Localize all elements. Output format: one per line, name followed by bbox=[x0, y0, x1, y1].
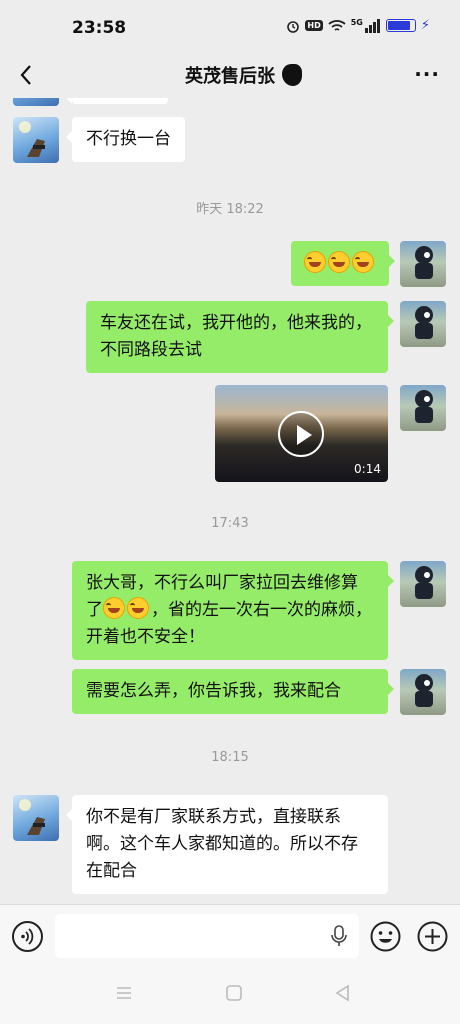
emoji-icon[interactable] bbox=[370, 921, 401, 952]
alarm-icon bbox=[287, 20, 300, 33]
message-bubble[interactable]: 车友还在试，我开他的，他来我的，不同路段去试 bbox=[86, 301, 394, 373]
video-duration: 0:14 bbox=[354, 462, 381, 476]
voice-icon bbox=[21, 928, 34, 945]
video-message[interactable]: 0:14 bbox=[215, 385, 388, 482]
status-time: 23:58 bbox=[72, 18, 127, 38]
message-text: 不行换一台 bbox=[86, 129, 171, 149]
my-avatar[interactable] bbox=[400, 669, 446, 715]
laughing-crying-emoji-icon bbox=[304, 251, 326, 273]
my-avatar[interactable] bbox=[400, 385, 446, 431]
timestamp: 18:15 bbox=[211, 750, 249, 765]
message-input[interactable] bbox=[55, 914, 359, 958]
input-bar bbox=[0, 904, 460, 966]
signal-icon bbox=[364, 18, 380, 33]
hand-icon bbox=[19, 121, 45, 157]
hand-icon bbox=[19, 799, 45, 835]
status-icons: HD 5G ⚡ bbox=[286, 18, 430, 33]
wifi-icon bbox=[328, 19, 346, 31]
contact-avatar[interactable] bbox=[13, 795, 59, 841]
home-icon[interactable] bbox=[225, 984, 243, 1002]
message-bubble[interactable]: 你不是有厂家联系方式，直接联系啊。这个车人家都知道的。所以不存在配合 bbox=[66, 795, 388, 894]
timestamp: 昨天 18:22 bbox=[196, 202, 264, 217]
hd-badge: HD bbox=[305, 20, 323, 31]
chat-title: 英茂售后张 bbox=[185, 66, 275, 87]
mic-icon[interactable] bbox=[329, 925, 349, 947]
message-text: 车友还在试，我开他的，他来我的，不同路段去试 bbox=[100, 313, 372, 360]
more-icon: ··· bbox=[414, 62, 440, 86]
message-bubble[interactable] bbox=[291, 241, 395, 286]
laughing-crying-emoji-icon bbox=[328, 251, 350, 273]
plus-icon[interactable] bbox=[417, 921, 448, 952]
message-text: 需要怎么弄，你告诉我，我来配合 bbox=[86, 681, 341, 701]
contact-avatar[interactable] bbox=[13, 98, 59, 106]
my-avatar[interactable] bbox=[400, 301, 446, 347]
back-triangle-icon[interactable] bbox=[334, 984, 352, 1002]
redaction-mark bbox=[282, 64, 302, 86]
network-type: 5G bbox=[350, 18, 363, 27]
battery-icon bbox=[385, 19, 416, 32]
play-icon[interactable] bbox=[278, 411, 324, 457]
status-bar: 23:58 HD 5G ⚡ bbox=[0, 0, 460, 52]
message-bubble-partial[interactable] bbox=[66, 98, 168, 104]
timestamp: 17:43 bbox=[211, 516, 249, 531]
my-avatar[interactable] bbox=[400, 241, 446, 287]
voice-button[interactable] bbox=[12, 921, 43, 952]
laughing-crying-emoji-icon bbox=[352, 251, 374, 273]
laughing-crying-emoji-icon bbox=[103, 597, 125, 619]
charging-icon: ⚡ bbox=[420, 18, 430, 33]
more-button[interactable]: ··· bbox=[414, 62, 440, 86]
laughing-crying-emoji-icon bbox=[127, 597, 149, 619]
system-navigation-bar bbox=[0, 966, 460, 1024]
chat-header: 英茂售后张 ··· bbox=[0, 52, 460, 98]
message-bubble[interactable]: 张大哥，不行么叫厂家拉回去维修算了 ，省的左一次右一次的麻烦，开着也不安全！ bbox=[72, 561, 394, 660]
my-avatar[interactable] bbox=[400, 561, 446, 607]
contact-avatar[interactable] bbox=[13, 117, 59, 163]
message-bubble[interactable]: 不行换一台 bbox=[66, 117, 185, 162]
chat-area[interactable]: 不行换一台 昨天 18:22 车友还在试，我开他的，他来我的，不同路段去试 0:… bbox=[0, 98, 460, 904]
message-text: 你不是有厂家联系方式，直接联系啊。这个车人家都知道的。所以不存在配合 bbox=[86, 807, 358, 881]
menu-icon[interactable] bbox=[115, 984, 133, 1002]
message-bubble[interactable]: 需要怎么弄，你告诉我，我来配合 bbox=[72, 669, 394, 714]
